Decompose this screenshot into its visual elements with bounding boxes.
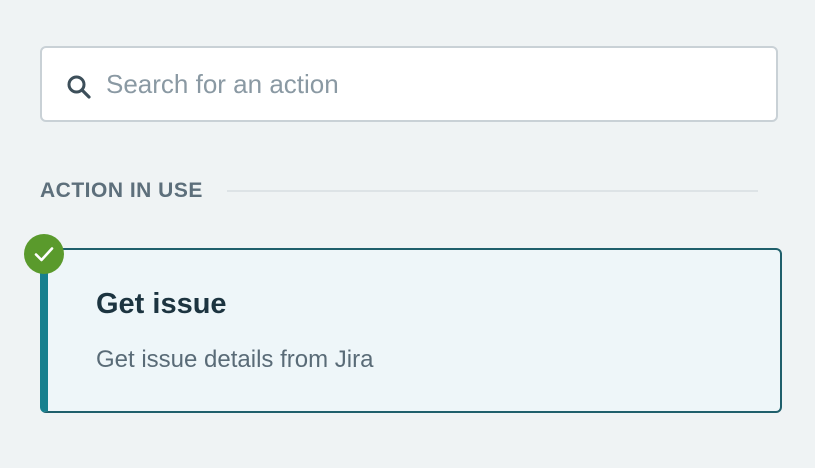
- search-icon: [66, 74, 92, 100]
- section-title: ACTION IN USE: [40, 179, 203, 202]
- action-title: Get issue: [96, 288, 227, 320]
- search-box[interactable]: [40, 46, 778, 122]
- action-card-get-issue[interactable]: Get issue Get issue details from Jira: [40, 248, 782, 413]
- check-icon: [24, 234, 64, 274]
- search-input[interactable]: [106, 48, 760, 120]
- section-header: ACTION IN USE: [40, 176, 758, 206]
- action-description: Get issue details from Jira: [96, 346, 374, 373]
- section-divider: [226, 190, 758, 192]
